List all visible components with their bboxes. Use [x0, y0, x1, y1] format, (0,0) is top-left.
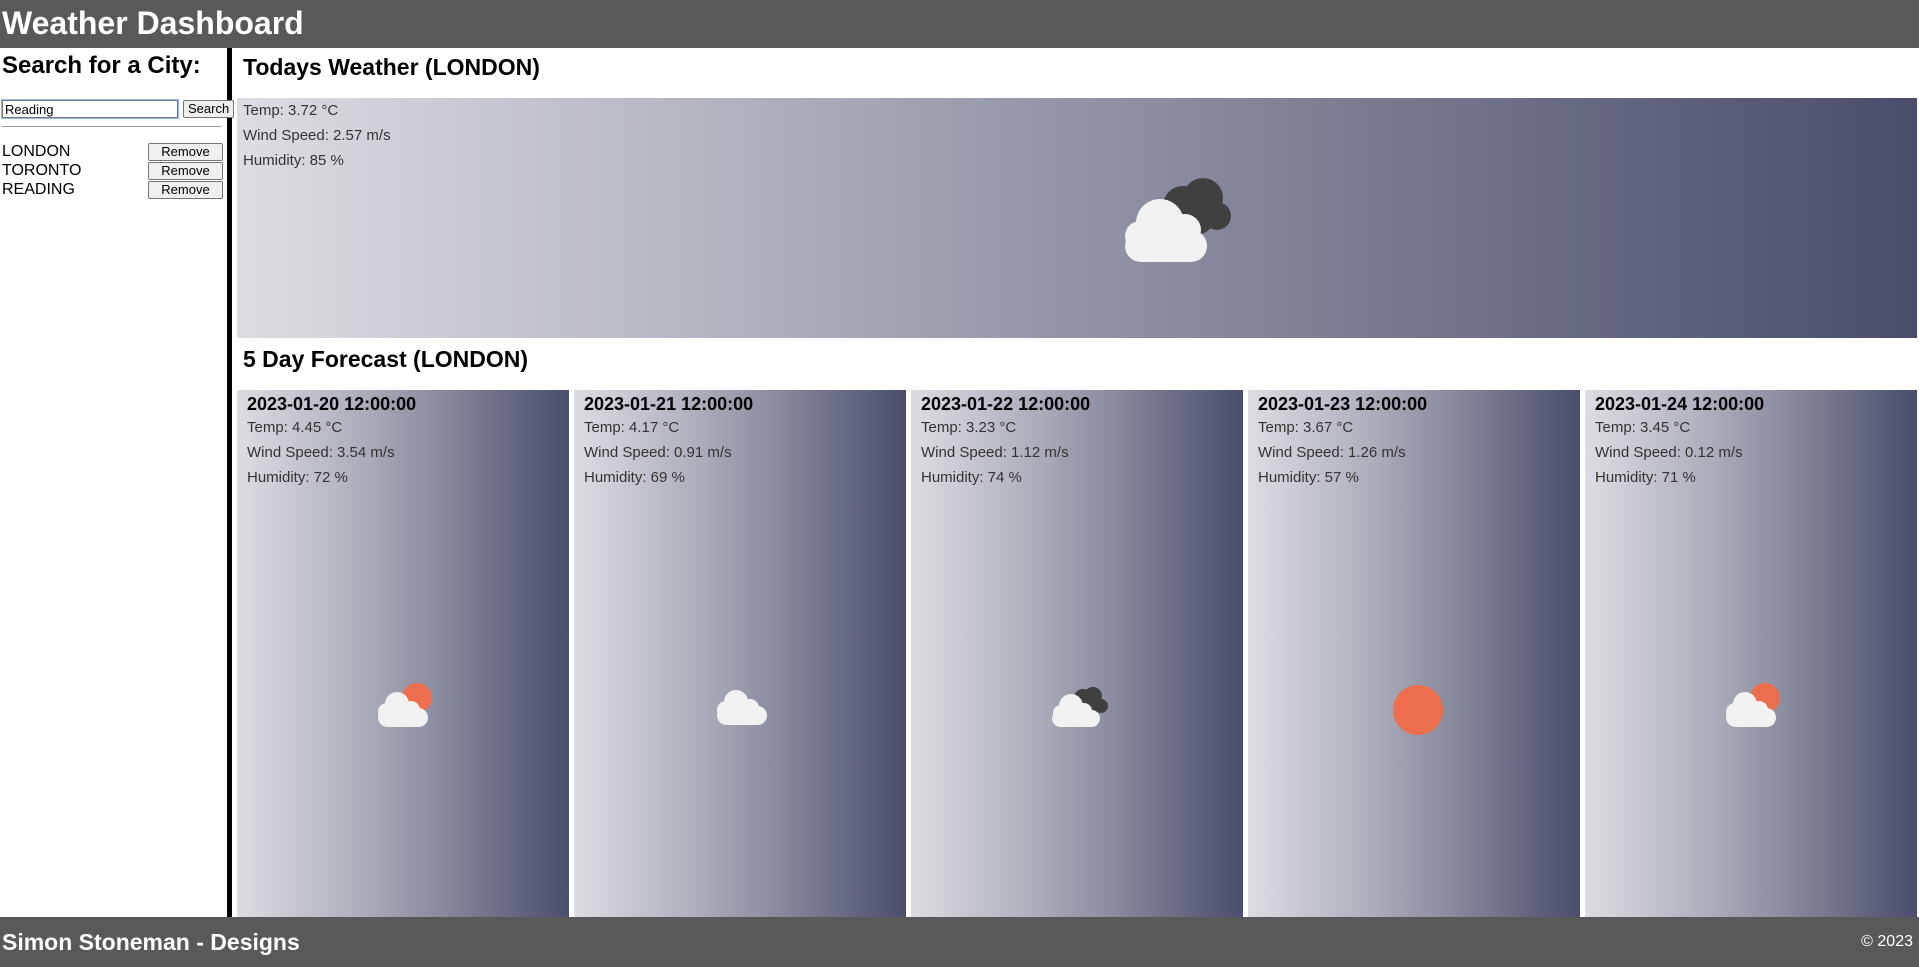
divider — [2, 126, 221, 127]
forecast-card: 2023-01-22 12:00:00 Temp: 3.23 °C Wind S… — [911, 390, 1243, 917]
forecast-date: 2023-01-23 12:00:00 — [1258, 394, 1428, 414]
forecast-card: 2023-01-23 12:00:00 Temp: 3.67 °C Wind S… — [1248, 390, 1580, 917]
footer-copyright: © 2023 — [1861, 933, 1913, 950]
sidebar: Search for a City: Search LONDON Remove … — [0, 48, 235, 917]
forecast-stats: Temp: 4.45 °C Wind Speed: 3.54 m/s Humid… — [237, 415, 569, 490]
forecast-temp: Temp: 3.45 °C — [1595, 419, 1691, 436]
forecast-humidity: Humidity: 57 % — [1258, 469, 1359, 486]
page-title: Weather Dashboard — [2, 5, 304, 41]
today-wind: Wind Speed: 2.57 m/s — [243, 127, 391, 144]
app-header: Weather Dashboard — [0, 0, 1919, 48]
broken-clouds-icon — [1052, 687, 1108, 727]
forecast-humidity: Humidity: 74 % — [921, 469, 1022, 486]
search-row: Search — [0, 99, 235, 119]
forecast-card: 2023-01-20 12:00:00 Temp: 4.45 °C Wind S… — [237, 390, 569, 917]
broken-clouds-icon — [1125, 178, 1231, 262]
remove-city-button[interactable]: Remove — [148, 142, 223, 161]
app-footer: Simon Stoneman - Designs © 2023 — [0, 917, 1919, 967]
city-name[interactable]: LONDON — [2, 143, 70, 161]
today-title: Todays Weather (LONDON) — [243, 54, 540, 80]
forecast-temp: Temp: 3.67 °C — [1258, 419, 1354, 436]
forecast-card: 2023-01-21 12:00:00 Temp: 4.17 °C Wind S… — [574, 390, 906, 917]
partly-cloudy-icon — [1726, 683, 1780, 727]
city-history-list: LONDON Remove TORONTO Remove READING Rem… — [0, 142, 227, 199]
forecast-card: 2023-01-24 12:00:00 Temp: 3.45 °C Wind S… — [1585, 390, 1917, 917]
footer-brand: Simon Stoneman - Designs — [2, 928, 300, 955]
city-name[interactable]: READING — [2, 181, 75, 199]
forecast-stats: Temp: 3.45 °C Wind Speed: 0.12 m/s Humid… — [1585, 415, 1917, 490]
forecast-date: 2023-01-22 12:00:00 — [921, 394, 1091, 414]
remove-city-button[interactable]: Remove — [148, 180, 223, 199]
forecast-title: 5 Day Forecast (LONDON) — [243, 346, 529, 372]
forecast-date: 2023-01-21 12:00:00 — [584, 394, 754, 414]
forecast-date: 2023-01-24 12:00:00 — [1595, 394, 1765, 414]
forecast-humidity: Humidity: 71 % — [1595, 469, 1696, 486]
today-weather-card: Temp: 3.72 °C Wind Speed: 2.57 m/s Humid… — [237, 98, 1917, 338]
cloud-icon — [717, 690, 767, 725]
forecast-stats: Temp: 3.67 °C Wind Speed: 1.26 m/s Humid… — [1248, 415, 1580, 490]
partly-cloudy-icon — [378, 683, 432, 727]
today-stats: Temp: 3.72 °C Wind Speed: 2.57 m/s Humid… — [237, 98, 391, 173]
forecast-wind: Wind Speed: 1.26 m/s — [1258, 444, 1406, 461]
city-item[interactable]: LONDON Remove — [0, 142, 227, 161]
forecast-wind: Wind Speed: 0.91 m/s — [584, 444, 732, 461]
city-name[interactable]: TORONTO — [2, 162, 81, 180]
forecast-humidity: Humidity: 69 % — [584, 469, 685, 486]
forecast-wind: Wind Speed: 1.12 m/s — [921, 444, 1069, 461]
forecast-wind: Wind Speed: 0.12 m/s — [1595, 444, 1743, 461]
forecast-row: 2023-01-20 12:00:00 Temp: 4.45 °C Wind S… — [237, 390, 1917, 917]
city-item[interactable]: TORONTO Remove — [0, 161, 227, 180]
forecast-temp: Temp: 3.23 °C — [921, 419, 1017, 436]
forecast-stats: Temp: 4.17 °C Wind Speed: 0.91 m/s Humid… — [574, 415, 906, 490]
forecast-wind: Wind Speed: 3.54 m/s — [247, 444, 395, 461]
city-item[interactable]: READING Remove — [0, 180, 227, 199]
search-button[interactable]: Search — [183, 100, 235, 118]
search-input[interactable] — [1, 99, 179, 119]
main-content: Todays Weather (LONDON) Temp: 3.72 °C Wi… — [237, 48, 1919, 917]
sun-icon — [1393, 685, 1443, 735]
forecast-temp: Temp: 4.17 °C — [584, 419, 680, 436]
forecast-temp: Temp: 4.45 °C — [247, 419, 343, 436]
search-heading: Search for a City: — [2, 52, 201, 79]
today-temp: Temp: 3.72 °C — [243, 102, 339, 119]
today-humidity: Humidity: 85 % — [243, 152, 344, 169]
forecast-date: 2023-01-20 12:00:00 — [247, 394, 417, 414]
forecast-stats: Temp: 3.23 °C Wind Speed: 1.12 m/s Humid… — [911, 415, 1243, 490]
forecast-humidity: Humidity: 72 % — [247, 469, 348, 486]
remove-city-button[interactable]: Remove — [148, 161, 223, 180]
